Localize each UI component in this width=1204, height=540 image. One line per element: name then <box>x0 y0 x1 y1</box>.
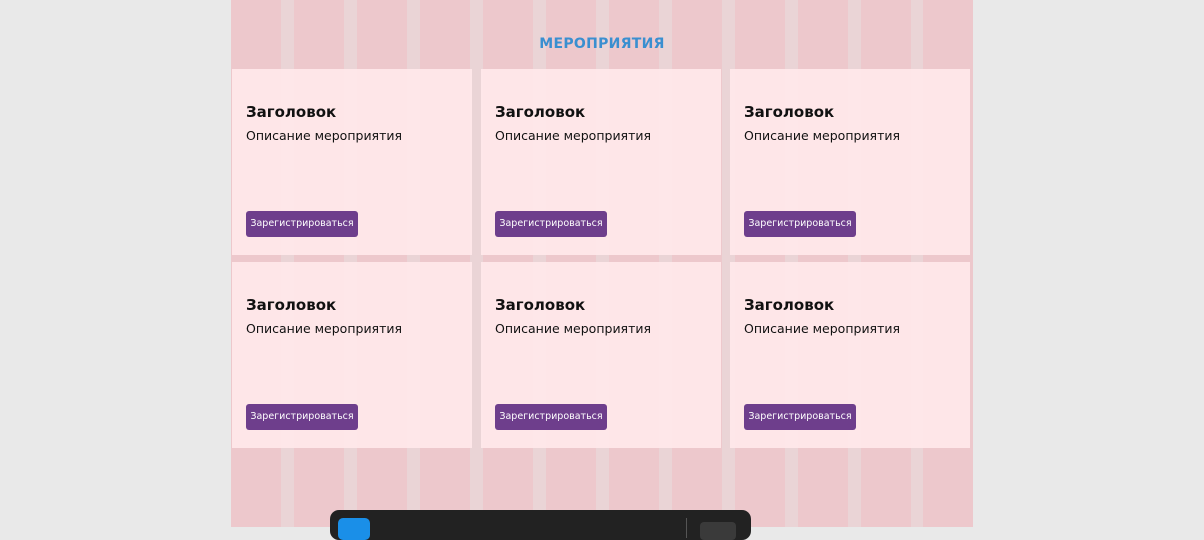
events-frame: МЕРОПРИЯТИЯ Заголовок Описание мероприят… <box>231 0 973 527</box>
card-description: Описание мероприятия <box>744 321 901 336</box>
card-description: Описание мероприятия <box>495 321 652 336</box>
app-icon[interactable] <box>338 518 370 540</box>
card-description: Описание мероприятия <box>744 128 901 143</box>
card-title: Заголовок <box>495 296 586 314</box>
card-description: Описание мероприятия <box>495 128 652 143</box>
card-title: Заголовок <box>495 103 586 121</box>
card-title: Заголовок <box>744 103 835 121</box>
register-button[interactable]: Зарегистрироваться <box>495 211 607 237</box>
event-card: Заголовок Описание мероприятия Зарегистр… <box>232 69 472 255</box>
event-card: Заголовок Описание мероприятия Зарегистр… <box>481 262 721 448</box>
register-button[interactable]: Зарегистрироваться <box>744 404 856 430</box>
event-card: Заголовок Описание мероприятия Зарегистр… <box>481 69 721 255</box>
bottom-toolbar <box>330 510 751 540</box>
event-card: Заголовок Описание мероприятия Зарегистр… <box>232 262 472 448</box>
register-button[interactable]: Зарегистрироваться <box>744 211 856 237</box>
card-description: Описание мероприятия <box>246 128 403 143</box>
card-title: Заголовок <box>744 296 835 314</box>
toolbar-divider <box>686 518 687 538</box>
window-thumbnail-icon[interactable] <box>700 522 736 540</box>
card-description: Описание мероприятия <box>246 321 403 336</box>
section-title: МЕРОПРИЯТИЯ <box>539 36 665 52</box>
event-card: Заголовок Описание мероприятия Зарегистр… <box>730 262 970 448</box>
event-card: Заголовок Описание мероприятия Зарегистр… <box>730 69 970 255</box>
register-button[interactable]: Зарегистрироваться <box>246 404 358 430</box>
card-title: Заголовок <box>246 296 337 314</box>
register-button[interactable]: Зарегистрироваться <box>246 211 358 237</box>
register-button[interactable]: Зарегистрироваться <box>495 404 607 430</box>
card-title: Заголовок <box>246 103 337 121</box>
